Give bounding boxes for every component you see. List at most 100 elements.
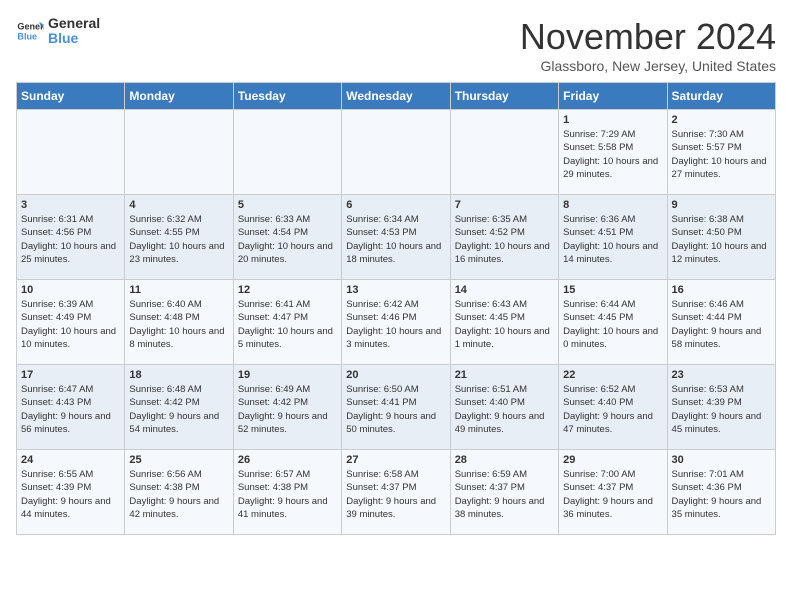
week-row-4: 17Sunrise: 6:47 AM Sunset: 4:43 PM Dayli… — [17, 365, 776, 450]
calendar-cell: 13Sunrise: 6:42 AM Sunset: 4:46 PM Dayli… — [342, 280, 450, 365]
day-info: Sunrise: 7:00 AM Sunset: 4:37 PM Dayligh… — [563, 468, 662, 521]
day-number: 30 — [672, 454, 771, 466]
calendar-cell — [233, 110, 341, 195]
calendar-cell: 27Sunrise: 6:58 AM Sunset: 4:37 PM Dayli… — [342, 450, 450, 535]
day-number: 20 — [346, 369, 445, 381]
day-number: 6 — [346, 199, 445, 211]
day-info: Sunrise: 6:59 AM Sunset: 4:37 PM Dayligh… — [455, 468, 554, 521]
day-info: Sunrise: 6:49 AM Sunset: 4:42 PM Dayligh… — [238, 383, 337, 436]
logo-icon: General Blue — [16, 17, 44, 45]
calendar-cell: 26Sunrise: 6:57 AM Sunset: 4:38 PM Dayli… — [233, 450, 341, 535]
day-info: Sunrise: 6:42 AM Sunset: 4:46 PM Dayligh… — [346, 298, 445, 351]
logo: General Blue General Blue — [16, 16, 100, 47]
weekday-header-sunday: Sunday — [17, 83, 125, 110]
calendar-cell: 19 Sunrise: 6:49 AM Sunset: 4:42 PM Dayli… — [233, 365, 341, 450]
calendar-cell — [17, 110, 125, 195]
day-info: Sunrise: 6:44 AM Sunset: 4:45 PM Dayligh… — [563, 298, 662, 351]
day-number: 7 — [455, 199, 554, 211]
logo-general: General — [48, 16, 100, 31]
day-number: 8 — [563, 199, 662, 211]
week-row-1: 1 Sunrise: 7:29 AM Sunset: 5:58 PM Daylig… — [17, 110, 776, 195]
day-number: 5 — [238, 199, 337, 211]
calendar-cell: 9 Sunrise: 6:38 AM Sunset: 4:50 PM Daylig… — [667, 195, 775, 280]
calendar-cell: 16 Sunrise: 6:46 AM Sunset: 4:44 PM Dayli… — [667, 280, 775, 365]
weekday-header-wednesday: Wednesday — [342, 83, 450, 110]
day-number: 16 — [672, 284, 771, 296]
day-number: 12 — [238, 284, 337, 296]
calendar-cell: 10Sunrise: 6:39 AM Sunset: 4:49 PM Dayli… — [17, 280, 125, 365]
day-info: Sunrise: 7:29 AM Sunset: 5:58 PM Dayligh… — [563, 128, 662, 181]
day-number: 29 — [563, 454, 662, 466]
calendar-cell: 5 Sunrise: 6:33 AM Sunset: 4:54 PM Daylig… — [233, 195, 341, 280]
weekday-header-thursday: Thursday — [450, 83, 558, 110]
weekday-header-monday: Monday — [125, 83, 233, 110]
day-number: 24 — [21, 454, 120, 466]
calendar-cell: 20Sunrise: 6:50 AM Sunset: 4:41 PM Dayli… — [342, 365, 450, 450]
day-info: Sunrise: 6:57 AM Sunset: 4:38 PM Dayligh… — [238, 468, 337, 521]
calendar-cell: 17Sunrise: 6:47 AM Sunset: 4:43 PM Dayli… — [17, 365, 125, 450]
day-number: 3 — [21, 199, 120, 211]
day-number: 14 — [455, 284, 554, 296]
day-info: Sunrise: 6:47 AM Sunset: 4:43 PM Dayligh… — [21, 383, 120, 436]
weekday-header-saturday: Saturday — [667, 83, 775, 110]
day-info: Sunrise: 6:56 AM Sunset: 4:38 PM Dayligh… — [129, 468, 228, 521]
weekday-header-tuesday: Tuesday — [233, 83, 341, 110]
calendar-cell: 3 Sunrise: 6:31 AM Sunset: 4:56 PM Daylig… — [17, 195, 125, 280]
day-info: Sunrise: 6:55 AM Sunset: 4:39 PM Dayligh… — [21, 468, 120, 521]
week-row-5: 24 Sunrise: 6:55 AM Sunset: 4:39 PM Dayli… — [17, 450, 776, 535]
calendar-cell: 15Sunrise: 6:44 AM Sunset: 4:45 PM Dayli… — [559, 280, 667, 365]
day-number: 22 — [563, 369, 662, 381]
calendar-cell: 28 Sunrise: 6:59 AM Sunset: 4:37 PM Dayli… — [450, 450, 558, 535]
day-info: Sunrise: 6:36 AM Sunset: 4:51 PM Dayligh… — [563, 213, 662, 266]
weekday-header-row: SundayMondayTuesdayWednesdayThursdayFrid… — [17, 83, 776, 110]
calendar-cell: 12 Sunrise: 6:41 AM Sunset: 4:47 PM Dayli… — [233, 280, 341, 365]
calendar-cell: 23 Sunrise: 6:53 AM Sunset: 4:39 PM Dayli… — [667, 365, 775, 450]
week-row-3: 10Sunrise: 6:39 AM Sunset: 4:49 PM Dayli… — [17, 280, 776, 365]
logo-blue: Blue — [48, 31, 100, 46]
day-info: Sunrise: 6:41 AM Sunset: 4:47 PM Dayligh… — [238, 298, 337, 351]
calendar-cell: 4Sunrise: 6:32 AM Sunset: 4:55 PM Daylig… — [125, 195, 233, 280]
day-info: Sunrise: 6:33 AM Sunset: 4:54 PM Dayligh… — [238, 213, 337, 266]
calendar-table: SundayMondayTuesdayWednesdayThursdayFrid… — [16, 82, 776, 535]
day-info: Sunrise: 6:48 AM Sunset: 4:42 PM Dayligh… — [129, 383, 228, 436]
day-info: Sunrise: 6:51 AM Sunset: 4:40 PM Dayligh… — [455, 383, 554, 436]
calendar-cell: 6Sunrise: 6:34 AM Sunset: 4:53 PM Daylig… — [342, 195, 450, 280]
calendar-cell: 1 Sunrise: 7:29 AM Sunset: 5:58 PM Daylig… — [559, 110, 667, 195]
calendar-cell: 2 Sunrise: 7:30 AM Sunset: 5:57 PM Daylig… — [667, 110, 775, 195]
day-info: Sunrise: 7:30 AM Sunset: 5:57 PM Dayligh… — [672, 128, 771, 181]
day-info: Sunrise: 6:40 AM Sunset: 4:48 PM Dayligh… — [129, 298, 228, 351]
day-number: 21 — [455, 369, 554, 381]
day-number: 1 — [563, 114, 662, 126]
month-title: November 2024 — [520, 16, 776, 58]
day-number: 28 — [455, 454, 554, 466]
weekday-header-friday: Friday — [559, 83, 667, 110]
day-number: 23 — [672, 369, 771, 381]
day-number: 11 — [129, 284, 228, 296]
day-info: Sunrise: 6:53 AM Sunset: 4:39 PM Dayligh… — [672, 383, 771, 436]
day-info: Sunrise: 6:39 AM Sunset: 4:49 PM Dayligh… — [21, 298, 120, 351]
calendar-cell: 25 Sunrise: 6:56 AM Sunset: 4:38 PM Dayli… — [125, 450, 233, 535]
calendar-cell: 8 Sunrise: 6:36 AM Sunset: 4:51 PM Daylig… — [559, 195, 667, 280]
calendar-cell: 18 Sunrise: 6:48 AM Sunset: 4:42 PM Dayli… — [125, 365, 233, 450]
day-number: 2 — [672, 114, 771, 126]
day-number: 19 — [238, 369, 337, 381]
day-number: 18 — [129, 369, 228, 381]
day-number: 25 — [129, 454, 228, 466]
day-info: Sunrise: 6:58 AM Sunset: 4:37 PM Dayligh… — [346, 468, 445, 521]
day-info: Sunrise: 6:31 AM Sunset: 4:56 PM Dayligh… — [21, 213, 120, 266]
calendar-cell: 7Sunrise: 6:35 AM Sunset: 4:52 PM Daylig… — [450, 195, 558, 280]
calendar-cell: 24 Sunrise: 6:55 AM Sunset: 4:39 PM Dayli… — [17, 450, 125, 535]
day-number: 9 — [672, 199, 771, 211]
svg-text:Blue: Blue — [17, 32, 37, 42]
day-info: Sunrise: 6:38 AM Sunset: 4:50 PM Dayligh… — [672, 213, 771, 266]
calendar-cell: 11 Sunrise: 6:40 AM Sunset: 4:48 PM Dayli… — [125, 280, 233, 365]
calendar-cell — [450, 110, 558, 195]
day-info: Sunrise: 6:52 AM Sunset: 4:40 PM Dayligh… — [563, 383, 662, 436]
calendar-cell: 30Sunrise: 7:01 AM Sunset: 4:36 PM Dayli… — [667, 450, 775, 535]
week-row-2: 3 Sunrise: 6:31 AM Sunset: 4:56 PM Daylig… — [17, 195, 776, 280]
calendar-cell: 29 Sunrise: 7:00 AM Sunset: 4:37 PM Dayli… — [559, 450, 667, 535]
day-info: Sunrise: 6:46 AM Sunset: 4:44 PM Dayligh… — [672, 298, 771, 351]
title-block: November 2024 Glassboro, New Jersey, Uni… — [520, 16, 776, 74]
calendar-cell: 22 Sunrise: 6:52 AM Sunset: 4:40 PM Dayli… — [559, 365, 667, 450]
calendar-cell — [125, 110, 233, 195]
